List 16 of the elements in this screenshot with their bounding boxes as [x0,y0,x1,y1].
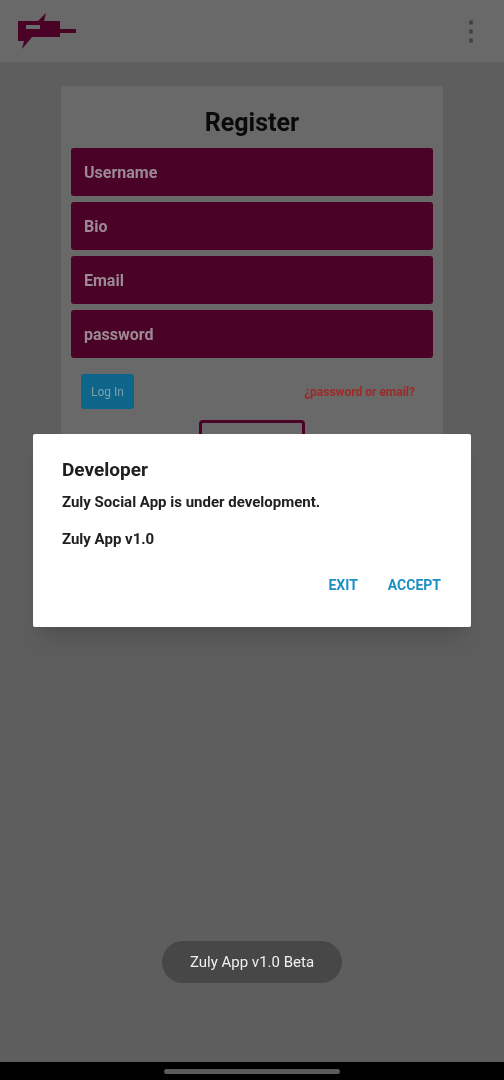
dialog-title: Developer [62,458,149,482]
dialog-message: Zuly Social App is under development. [62,492,322,512]
logo-icon [16,11,78,51]
dialog-version: Zuly App v1.0 [62,529,156,549]
dialog-button[interactable]: EXIT [328,575,358,596]
text-field[interactable]: Bio [71,202,433,250]
dialog-button[interactable]: ACCEPT [387,575,441,596]
text-field[interactable]: Username [71,148,433,196]
text-field[interactable]: password [71,310,433,358]
text-field[interactable]: Email [71,256,433,304]
home-indicator[interactable] [164,1068,340,1074]
form-title: Register [204,107,300,139]
login-button[interactable]: Log In [81,374,134,409]
forgot-link[interactable]: ¿password or email? [304,382,415,401]
more-menu-button[interactable]: ⋮ [458,18,484,44]
toast: Zuly App v1.0 Beta [162,941,342,983]
